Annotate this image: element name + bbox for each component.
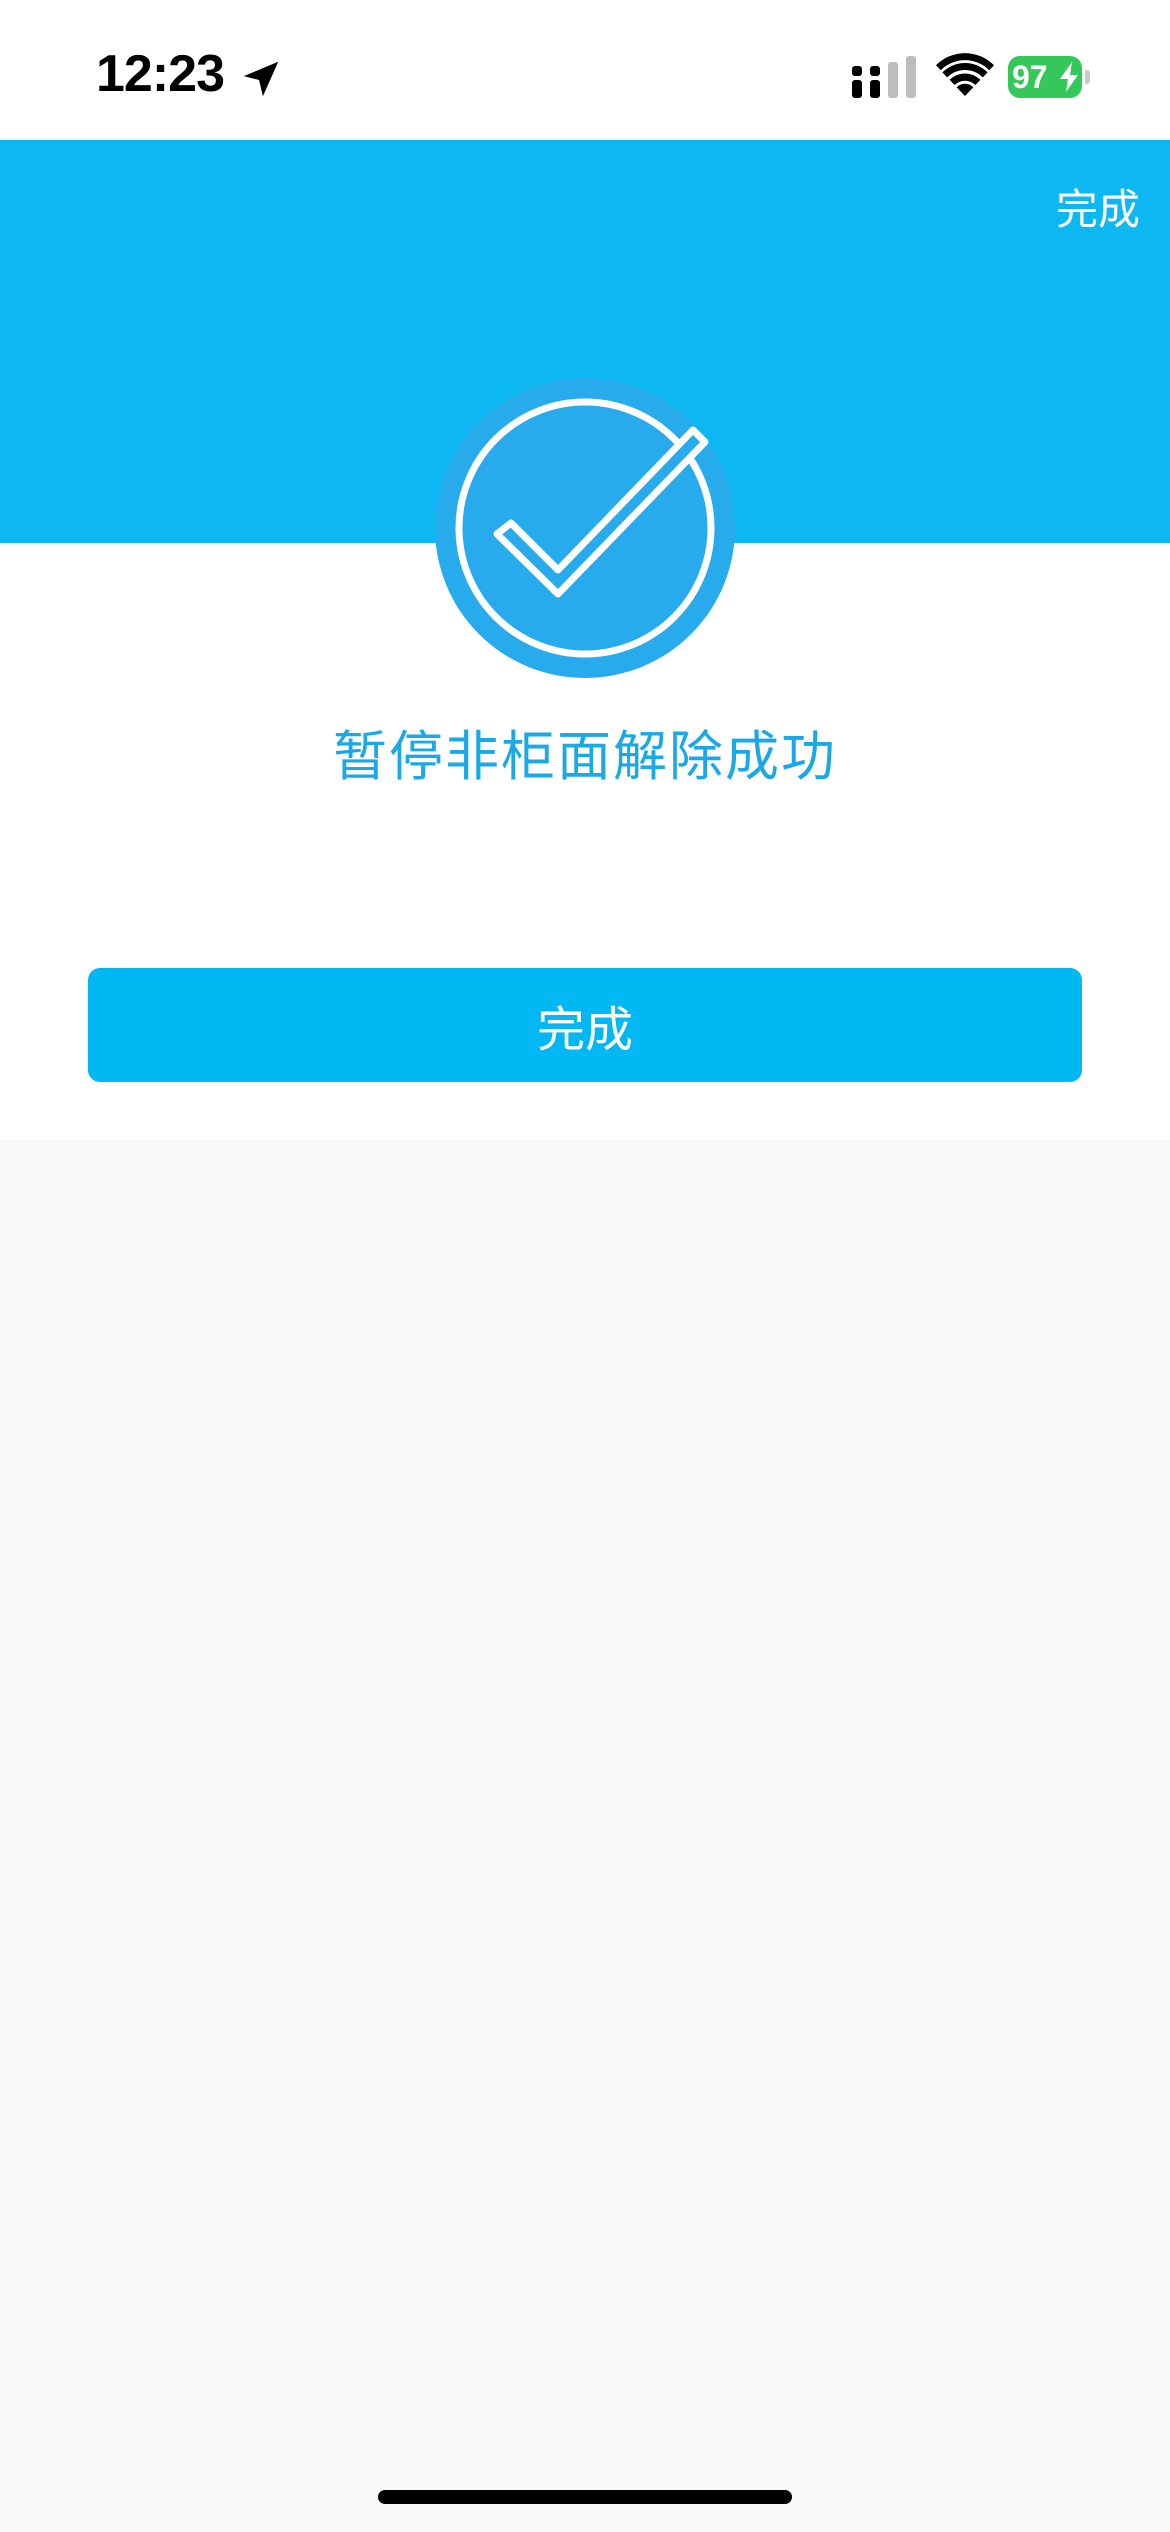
done-button[interactable]: 完成 (88, 968, 1082, 1082)
header-done-button[interactable]: 完成 (1056, 176, 1140, 237)
status-bar: 12:23 97 (0, 0, 1170, 140)
battery-level: 97 (1012, 59, 1048, 95)
battery-body: 97 (1008, 56, 1082, 98)
success-message: 暂停非柜面解除成功 (333, 725, 837, 788)
wifi-icon (936, 53, 994, 96)
status-time: 12:23 (96, 45, 225, 103)
location-arrow-icon (243, 61, 279, 97)
cellular-signal-icon (852, 56, 916, 98)
battery-cap (1085, 70, 1090, 84)
home-indicator[interactable] (378, 2490, 792, 2504)
battery-charging-icon (1060, 62, 1078, 92)
check-circle-icon (435, 378, 735, 678)
battery-indicator: 97 (1008, 56, 1090, 98)
